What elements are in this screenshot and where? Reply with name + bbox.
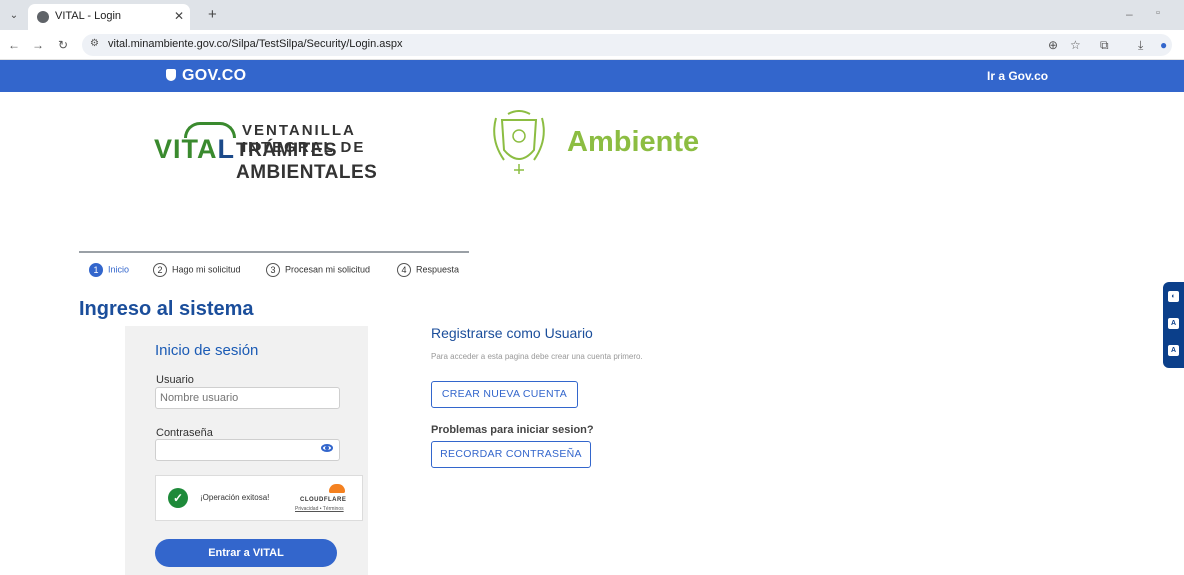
captcha-status: ¡Operación exitosa!: [200, 493, 270, 502]
vital-word-a: VITA: [154, 134, 218, 164]
reload-icon[interactable]: ↻: [58, 38, 68, 52]
minimize-icon[interactable]: –: [1126, 7, 1133, 21]
back-icon[interactable]: ←: [8, 38, 20, 52]
profile-icon[interactable]: ●: [1160, 38, 1167, 52]
globe-icon: [37, 11, 49, 23]
step-inicio: 1 Inicio: [89, 263, 129, 277]
colombia-emblem-icon: [493, 110, 545, 174]
accessibility-toolbar: ◐ A A: [1163, 282, 1184, 368]
step-procesan: 3 Procesan mi solicitud: [266, 263, 370, 277]
close-tab-icon[interactable]: ✕: [174, 9, 184, 23]
font-decrease-icon[interactable]: A: [1168, 318, 1179, 329]
step-number: 4: [397, 263, 411, 277]
cloudflare-links[interactable]: Privacidad • Términos: [295, 506, 344, 512]
gov-shield-icon: [166, 69, 176, 81]
ambiente-logo-text: Ambiente: [567, 126, 700, 158]
create-account-button[interactable]: CREAR NUEVA CUENTA: [431, 381, 578, 408]
step-label: Inicio: [108, 264, 130, 275]
step-label: Hago mi solicitud: [172, 264, 241, 275]
password-label: Contraseña: [156, 427, 213, 439]
gov-logo[interactable]: GOV.CO: [166, 67, 246, 85]
captcha-widget[interactable]: ✓ ¡Operación exitosa! CLOUDFLARE Privaci…: [155, 475, 363, 521]
problems-heading: Problemas para iniciar sesion?: [431, 424, 594, 436]
login-title: Inicio de sesión: [155, 342, 259, 359]
step-label: Procesan mi solicitud: [285, 264, 371, 275]
step-number: 3: [266, 263, 280, 277]
vital-wordmark: VITAL: [154, 134, 235, 165]
step-respuesta: 4 Respuesta: [397, 263, 459, 277]
gov-header: GOV.CO Ir a Gov.co: [0, 60, 1184, 92]
extensions-icon[interactable]: ⧉: [1100, 38, 1109, 53]
password-input[interactable]: [155, 439, 340, 461]
tab-search-icon[interactable]: ⌄: [6, 8, 22, 24]
browser-tab[interactable]: VITAL - Login ✕: [28, 4, 190, 30]
page-title: Ingreso al sistema: [79, 298, 254, 320]
restore-icon[interactable]: ▫: [1156, 7, 1160, 19]
success-check-icon: ✓: [168, 488, 188, 508]
username-input[interactable]: [155, 387, 340, 409]
cloudflare-text: CLOUDFLARE: [300, 497, 347, 503]
site-settings-icon[interactable]: ⚙: [90, 38, 99, 49]
browser-tab-bar: ⌄ VITAL - Login ✕ + – ▫: [0, 0, 1184, 30]
show-password-icon[interactable]: [321, 444, 333, 452]
vital-logo: VITAL VENTANILLA INTEGRAL DE TRÁMITES AM…: [154, 118, 424, 183]
gov-logo-text: GOV.CO: [182, 67, 247, 84]
gov-link[interactable]: Ir a Gov.co: [987, 69, 1048, 83]
login-card: Inicio de sesión Usuario Contraseña ✓ ¡O…: [125, 326, 368, 575]
contrast-icon[interactable]: ◐: [1168, 291, 1179, 302]
vital-tagline-2: TRÁMITES AMBIENTALES: [236, 140, 378, 183]
url-text: vital.minambiente.gov.co/Silpa/TestSilpa…: [108, 38, 403, 50]
vital-word-b: L: [217, 134, 235, 164]
new-tab-icon[interactable]: +: [208, 6, 217, 23]
steps-divider: [79, 251, 469, 253]
username-label: Usuario: [156, 374, 194, 386]
step-solicitud: 2 Hago mi solicitud: [153, 263, 241, 277]
tab-title: VITAL - Login: [55, 10, 122, 22]
cloudflare-logo: [303, 484, 351, 498]
remember-password-button[interactable]: RECORDAR CONTRASEÑA: [431, 441, 591, 468]
address-bar: ← → ↻ ⚙ vital.minambiente.gov.co/Silpa/T…: [0, 30, 1184, 60]
bookmark-star-icon[interactable]: ☆: [1070, 38, 1081, 52]
step-number: 1: [89, 263, 103, 277]
register-description: Para acceder a esta pagina debe crear un…: [431, 352, 643, 361]
step-number: 2: [153, 263, 167, 277]
cloudflare-cloud-icon: [329, 484, 345, 493]
download-icon[interactable]: ⤓: [1138, 38, 1143, 53]
register-title: Registrarse como Usuario: [431, 325, 593, 341]
step-label: Respuesta: [416, 264, 460, 275]
login-button[interactable]: Entrar a VITAL: [155, 539, 337, 567]
zoom-icon[interactable]: ⊕: [1048, 38, 1058, 52]
forward-icon[interactable]: →: [32, 38, 44, 52]
font-increase-icon[interactable]: A: [1168, 345, 1179, 356]
url-field[interactable]: ⚙ vital.minambiente.gov.co/Silpa/TestSil…: [82, 34, 1172, 56]
